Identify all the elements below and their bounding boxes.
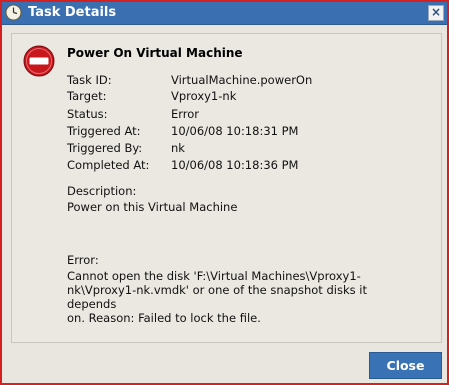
triggered-by-value: nk (171, 141, 185, 155)
description-text: Power on this Virtual Machine (67, 200, 238, 214)
title-bar[interactable]: Task Details × (2, 2, 447, 25)
clock-icon (5, 4, 22, 21)
task-details-panel: Power On Virtual Machine Task ID: Virtua… (11, 33, 442, 343)
triggered-at-value: 10/06/08 10:18:31 PM (171, 124, 299, 138)
task-id-label: Task ID: (67, 73, 112, 87)
close-icon[interactable]: × (428, 5, 444, 21)
target-label: Target: (67, 89, 107, 103)
dialog-title: Task Details (28, 5, 117, 20)
description-label: Description: (67, 184, 137, 198)
status-value: Error (171, 107, 200, 121)
completed-at-value: 10/06/08 10:18:36 PM (171, 158, 299, 172)
error-stop-icon (23, 45, 55, 77)
task-details-dialog: Task Details × Power On Virtual Machine … (0, 0, 449, 385)
error-message: Cannot open the disk 'F:\Virtual Machine… (67, 269, 367, 325)
task-id-value: VirtualMachine.powerOn (171, 73, 313, 87)
completed-at-label: Completed At: (67, 158, 150, 172)
triggered-by-label: Triggered By: (67, 141, 143, 155)
close-button[interactable]: Close (369, 352, 442, 379)
error-label: Error: (67, 253, 99, 267)
triggered-at-label: Triggered At: (67, 124, 141, 138)
task-heading: Power On Virtual Machine (67, 46, 243, 60)
target-value: Vproxy1-nk (171, 89, 237, 103)
status-label: Status: (67, 107, 108, 121)
